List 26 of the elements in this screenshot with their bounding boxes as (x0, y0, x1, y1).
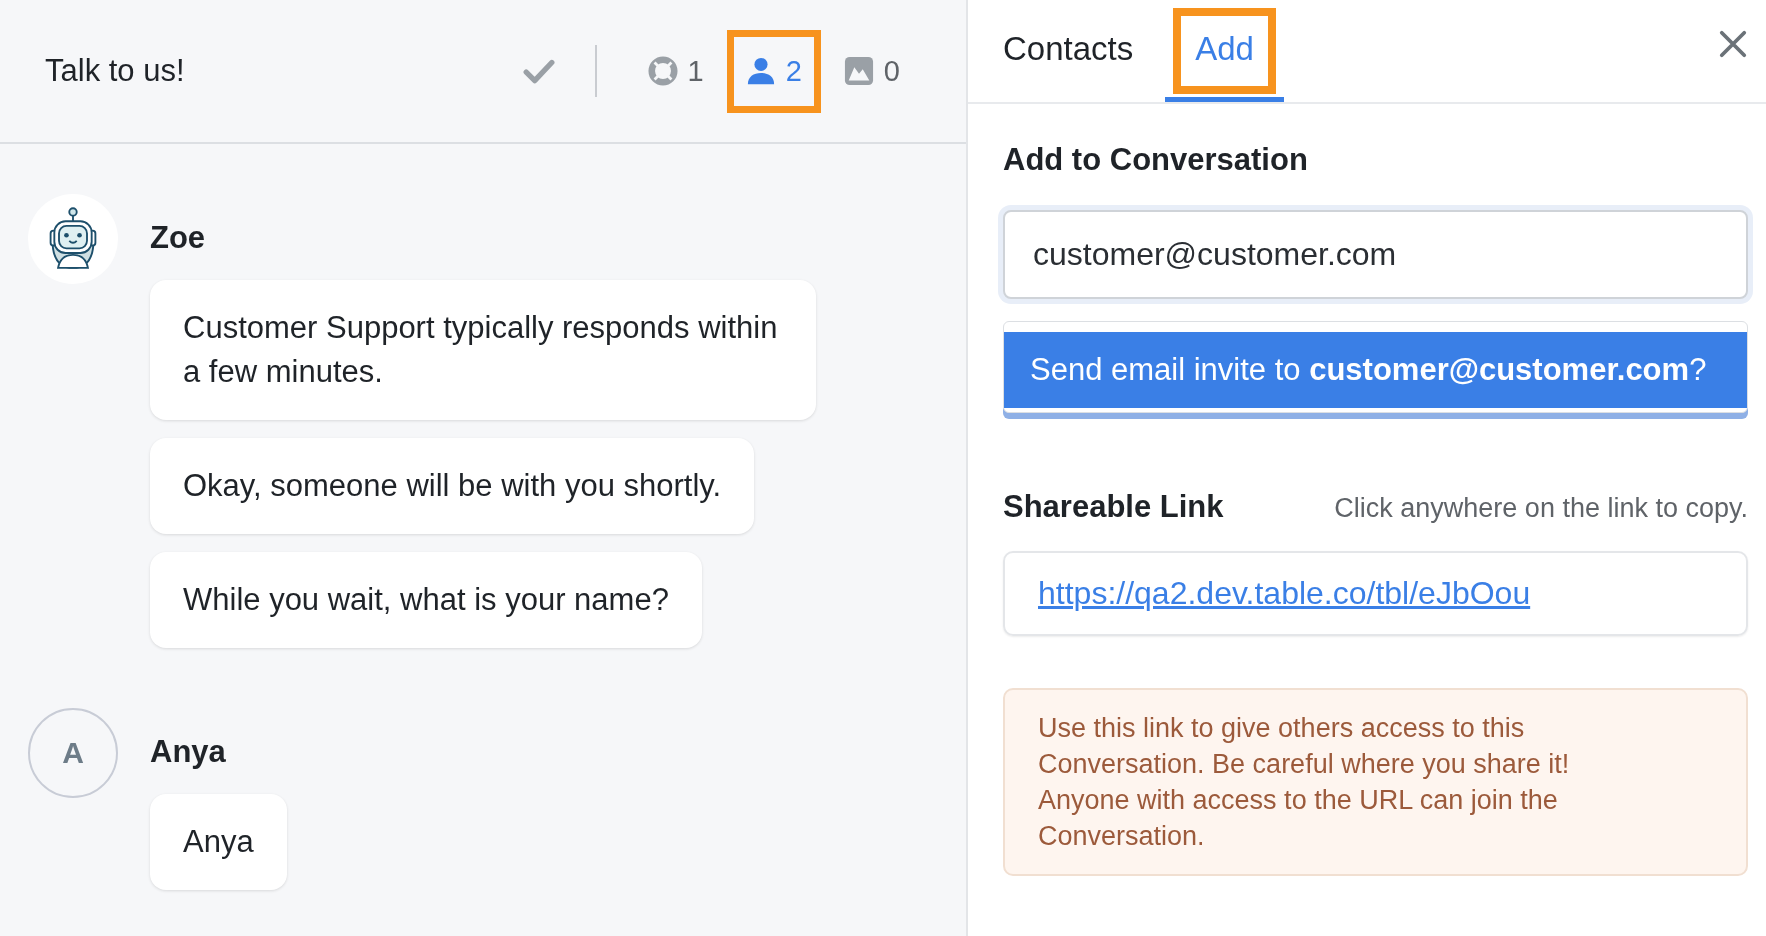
counter-button[interactable]: 0 (824, 29, 919, 113)
link-box[interactable]: https://qa2.dev.table.co/tbl/eJbOou (1003, 551, 1748, 636)
image-icon (843, 56, 874, 86)
check-icon[interactable] (522, 58, 555, 84)
author-name: Anya (150, 734, 226, 770)
close-button[interactable] (1718, 29, 1748, 59)
tab[interactable]: Add (1165, 0, 1284, 102)
message-bubble: Customer Support typically responds within a few minutes. (150, 280, 816, 420)
email-field[interactable]: customer@customer.com (1003, 210, 1748, 299)
share-link[interactable]: https://qa2.dev.table.co/tbl/eJbOou (1038, 575, 1531, 611)
section-heading: Shareable Link (1003, 489, 1224, 525)
message-bubble: Anya (150, 794, 287, 890)
initial-avatar: A (28, 708, 118, 798)
lifebuoy-icon (647, 56, 678, 86)
person-icon (745, 56, 776, 86)
message-bubble: While you wait, what is your name? (150, 552, 702, 648)
chat-title: Talk to us! (45, 53, 186, 89)
suggestion-option[interactable]: Send email invite to customer@customer.com? (1004, 332, 1747, 408)
counter-button[interactable]: 2 (726, 29, 821, 113)
tab[interactable]: Contacts (1003, 0, 1134, 102)
counter-button[interactable]: 1 (628, 29, 723, 113)
warning-notice: Use this link to give others access to this Conversation. Be careful where you share it! Anyone with access to the URL can join the Conversation. (1003, 688, 1748, 876)
hint-text: Click anywhere on the link to copy. (1334, 493, 1748, 524)
message-bubble: Okay, someone will be with you shortly. (150, 438, 755, 534)
section-heading: Add to Conversation (1003, 142, 1309, 178)
author-name: Zoe (150, 220, 206, 256)
